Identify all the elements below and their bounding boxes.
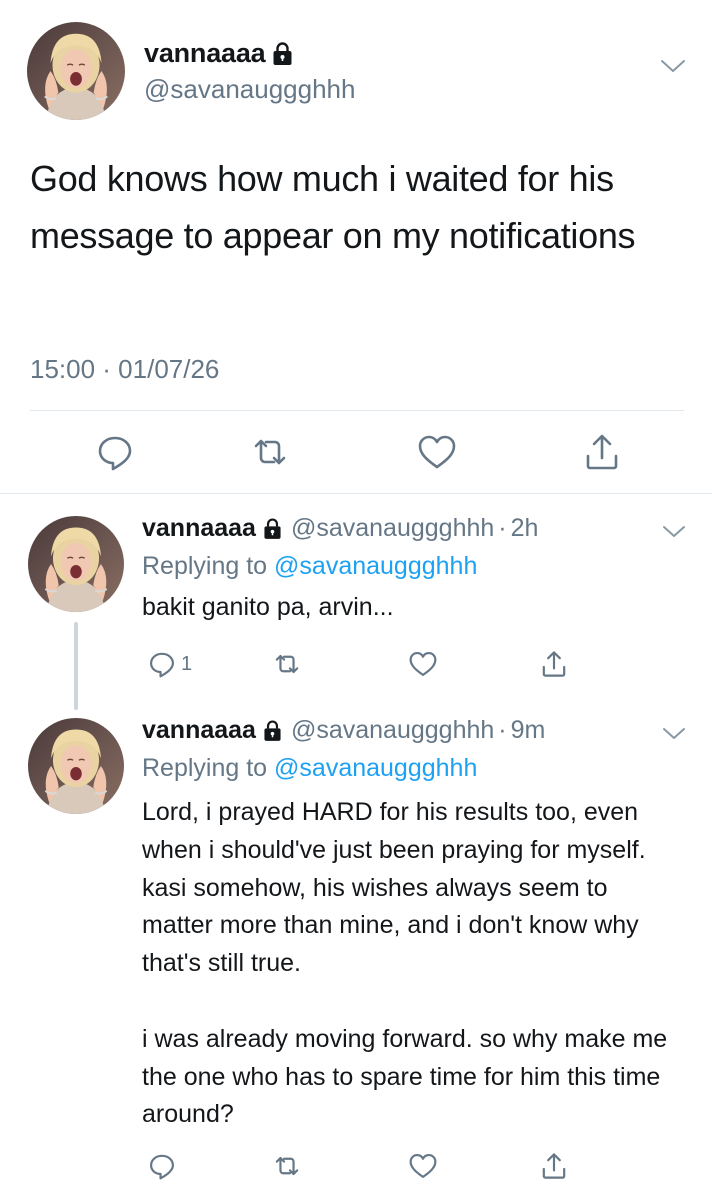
share-icon[interactable] bbox=[580, 430, 624, 474]
lock-icon bbox=[263, 518, 281, 540]
divider bbox=[30, 410, 684, 411]
replying-to: Replying to @savanauggghhh bbox=[142, 754, 477, 783]
reply-author-row: vannaaaa @savanauggghhh · 2h bbox=[142, 514, 538, 543]
retweet-icon[interactable] bbox=[248, 430, 292, 474]
main-tweet: vannaaaa @savanauggghhh God knows how mu… bbox=[0, 0, 712, 493]
share-icon[interactable] bbox=[538, 648, 570, 680]
reply-icon[interactable] bbox=[93, 430, 137, 474]
avatar[interactable] bbox=[27, 22, 125, 120]
display-name[interactable]: vannaaaa bbox=[144, 38, 266, 69]
replying-label: Replying to bbox=[142, 552, 268, 580]
reply-icon[interactable] bbox=[146, 1150, 178, 1182]
like-icon[interactable] bbox=[407, 648, 439, 680]
reply-time[interactable]: 2h bbox=[511, 514, 539, 543]
reply-author-row: vannaaaa @savanauggghhh · 9m bbox=[142, 716, 545, 745]
separator-dot: · bbox=[498, 716, 507, 744]
like-icon[interactable] bbox=[407, 1150, 439, 1182]
author-row: vannaaaa bbox=[144, 38, 293, 69]
share-icon[interactable] bbox=[538, 1150, 570, 1182]
display-name[interactable]: vannaaaa bbox=[142, 514, 256, 543]
mention-link[interactable]: @savanauggghhh bbox=[274, 754, 477, 782]
author-handle[interactable]: @savanauggghhh bbox=[291, 716, 494, 745]
reply-paragraph: bakit ganito pa, arvin... bbox=[142, 593, 394, 621]
tweet-text: God knows how much i waited for his mess… bbox=[30, 158, 636, 256]
mention-link[interactable]: @savanauggghhh bbox=[274, 552, 477, 580]
reply-paragraph: i was already moving forward. so why mak… bbox=[142, 1024, 668, 1129]
lock-icon bbox=[273, 41, 293, 66]
avatar[interactable] bbox=[28, 718, 124, 814]
tweet-actions bbox=[0, 424, 712, 480]
reply-actions bbox=[0, 1146, 712, 1186]
reply-icon[interactable] bbox=[146, 648, 178, 680]
retweet-icon[interactable] bbox=[271, 1150, 303, 1182]
reply-time[interactable]: 9m bbox=[511, 716, 546, 745]
retweet-icon[interactable] bbox=[271, 648, 303, 680]
author-handle[interactable]: @savanauggghhh bbox=[144, 74, 355, 105]
lock-icon bbox=[263, 720, 281, 742]
reply-text: bakit ganito pa, arvin... bbox=[142, 589, 682, 627]
chevron-down-icon[interactable] bbox=[660, 58, 686, 76]
avatar[interactable] bbox=[28, 516, 124, 612]
reply-actions: 1 bbox=[0, 644, 712, 684]
tweet-timestamp[interactable]: 15:00 · 01/07/26 bbox=[30, 354, 219, 385]
author-handle[interactable]: @savanauggghhh bbox=[291, 514, 494, 543]
reply-count: 1 bbox=[181, 653, 193, 675]
like-icon[interactable] bbox=[415, 430, 459, 474]
reply-text: Lord, i prayed HARD for his results too,… bbox=[142, 794, 682, 1134]
reply-tweet: vannaaaa @savanauggghhh · 9m Replying to… bbox=[0, 696, 712, 1200]
separator-dot: · bbox=[498, 514, 507, 542]
reply-tweet: vannaaaa @savanauggghhh · 2h Replying to… bbox=[0, 494, 712, 714]
display-name[interactable]: vannaaaa bbox=[142, 716, 256, 745]
replying-label: Replying to bbox=[142, 754, 268, 782]
replying-to: Replying to @savanauggghhh bbox=[142, 552, 477, 581]
reply-paragraph: Lord, i prayed HARD for his results too,… bbox=[142, 798, 646, 978]
chevron-down-icon[interactable] bbox=[662, 524, 686, 540]
chevron-down-icon[interactable] bbox=[662, 726, 686, 742]
